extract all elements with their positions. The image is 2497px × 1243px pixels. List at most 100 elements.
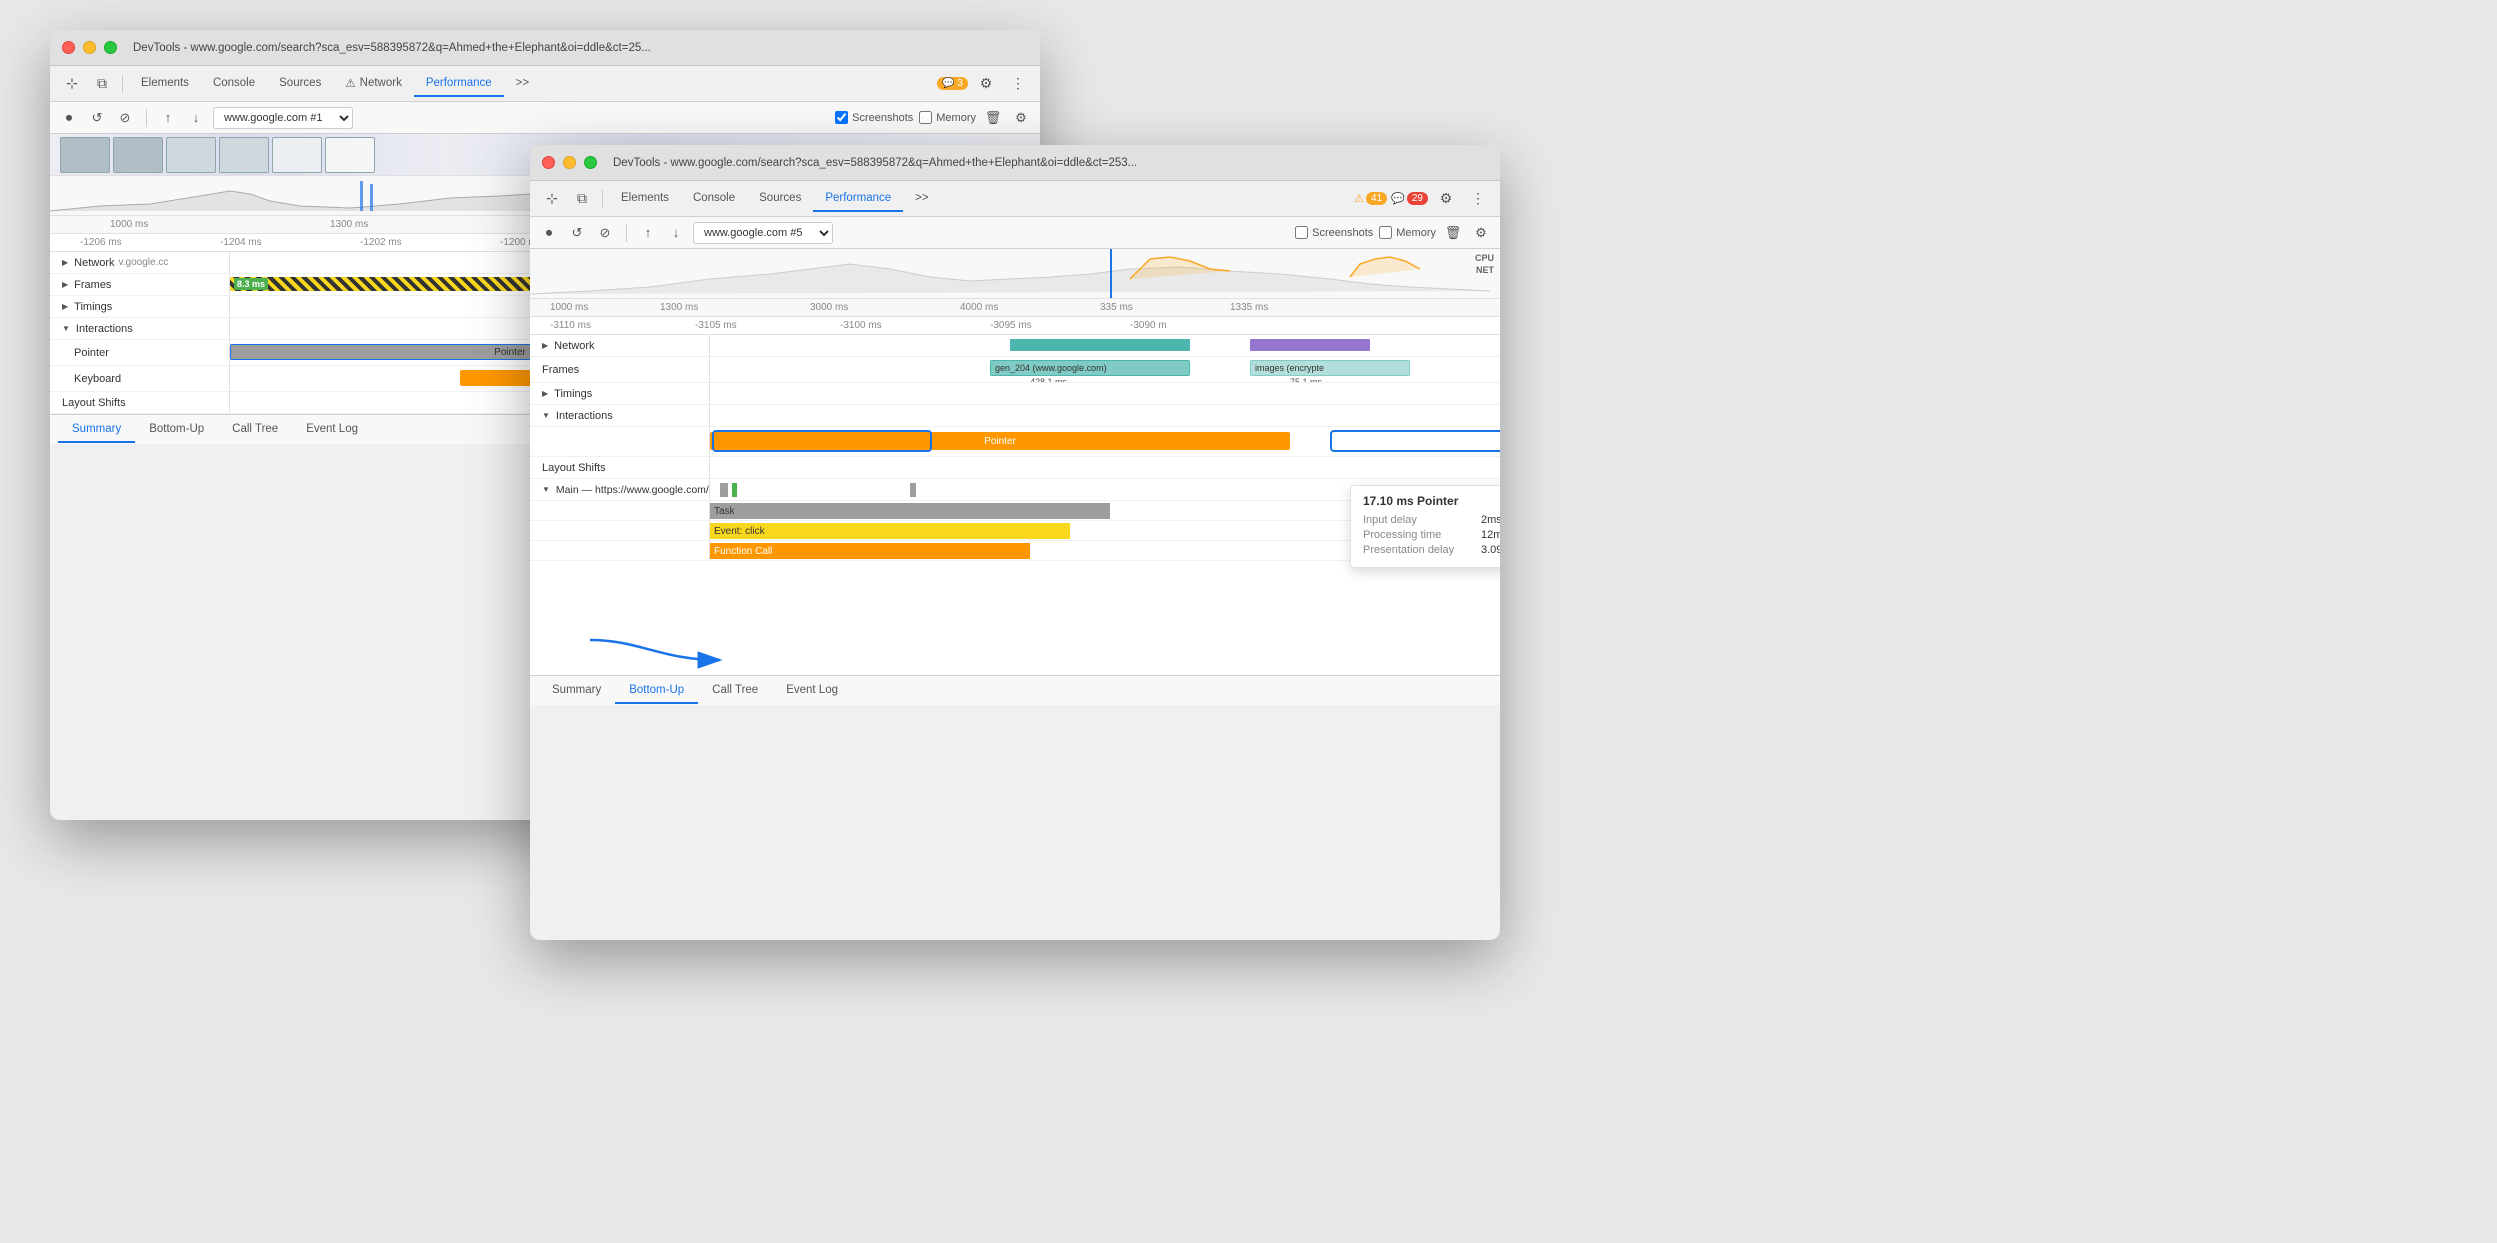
minimize-button-1[interactable] (83, 41, 96, 54)
tick2-neg3100: -3100 ms (840, 320, 882, 331)
tab-elements-2[interactable]: Elements (609, 186, 681, 212)
clear-button-2[interactable]: ⊘ (594, 222, 616, 244)
download-button-2[interactable]: ↓ (665, 222, 687, 244)
tab-performance-1[interactable]: Performance (414, 71, 504, 97)
frames-bar-area-2: gen_204 (www.google.com) 428.1 ms images… (710, 357, 1500, 382)
upload-button-1[interactable]: ↑ (157, 107, 179, 129)
network-bar-area-2 (710, 335, 1500, 356)
track-label-function-call-2 (530, 541, 710, 560)
settings-record-1[interactable]: ⚙ (1010, 107, 1032, 129)
screenshots-checkbox-1[interactable]: Screenshots (835, 111, 913, 124)
expand-frames-1[interactable]: ▶ (62, 280, 68, 289)
tooltip-value-1: 2ms (1481, 514, 1500, 526)
frames-badge-3: 75.1 ms (1290, 377, 1322, 382)
tab-calltree-1[interactable]: Call Tree (218, 417, 292, 443)
close-button-1[interactable] (62, 41, 75, 54)
separator-1 (122, 75, 123, 93)
net-label-2: NET (1476, 265, 1494, 275)
tab-performance-2[interactable]: Performance (813, 186, 903, 212)
url-select-1[interactable]: www.google.com #1 (213, 107, 353, 129)
tab-more-1[interactable]: >> (504, 71, 541, 97)
tick2-neg3105: -3105 ms (695, 320, 737, 331)
maximize-button-2[interactable] (584, 156, 597, 169)
tab-sources-2[interactable]: Sources (747, 186, 813, 212)
track-label-interactions-2: ▼ Interactions (530, 405, 710, 426)
tooltip-row-3: Presentation delay 3.098ms (1363, 544, 1500, 556)
record-button-2[interactable]: ⏺ (538, 222, 560, 244)
device-icon-2[interactable]: ⧉ (568, 186, 596, 212)
tab-more-2[interactable]: >> (903, 186, 940, 212)
inspector-icon-2[interactable]: ⊹ (538, 186, 566, 212)
reload-button-2[interactable]: ↺ (566, 222, 588, 244)
device-icon[interactable]: ⧉ (88, 71, 116, 97)
tick2-1300: 1300 ms (660, 302, 698, 313)
more-menu-icon-1[interactable]: ⋮ (1004, 71, 1032, 97)
record-button-1[interactable]: ⏺ (58, 107, 80, 129)
tab-network-1[interactable]: ⚠ Network (333, 70, 414, 98)
tab-summary-1[interactable]: Summary (58, 417, 135, 443)
frames-badge-1: 8.3 ms (234, 278, 268, 290)
expand-interactions-1[interactable]: ▼ (62, 324, 70, 333)
bottom-tabs-2: Summary Bottom-Up Call Tree Event Log (530, 675, 1500, 705)
tick2-neg3110: -3110 ms (550, 320, 591, 331)
more-menu-icon-2[interactable]: ⋮ (1464, 186, 1492, 212)
interactions-bar-area-2 (710, 405, 1500, 426)
expand-network-1[interactable]: ▶ (62, 258, 68, 267)
expand-network-2[interactable]: ▶ (542, 341, 548, 350)
sep-record-1 (146, 109, 147, 127)
tab-summary-2[interactable]: Summary (538, 678, 615, 704)
tab-console-2[interactable]: Console (681, 186, 747, 212)
tooltip-value-2: 12ms (1481, 529, 1500, 541)
reload-button-1[interactable]: ↺ (86, 107, 108, 129)
blue-box-pointer-right[interactable] (1330, 430, 1500, 452)
delete-button-1[interactable]: 🗑 (982, 107, 1004, 129)
tab-eventlog-1[interactable]: Event Log (292, 417, 372, 443)
frames-badge-2: 428.1 ms (1030, 377, 1067, 382)
settings-record-2[interactable]: ⚙ (1470, 222, 1492, 244)
track-label-timings-2: ▶ Timings (530, 383, 710, 404)
warning-badge-2: 41 (1366, 192, 1387, 205)
download-button-1[interactable]: ↓ (185, 107, 207, 129)
task-label-2: Task (714, 506, 735, 517)
layout-shifts-bar-area-2 (710, 457, 1500, 478)
error-badge-2: 29 (1407, 192, 1428, 205)
delete-button-2[interactable]: 🗑 (1442, 222, 1464, 244)
close-button-2[interactable] (542, 156, 555, 169)
main-label-2: Main — https://www.google.com/ (556, 484, 709, 496)
memory-checkbox-2[interactable]: Memory (1379, 226, 1436, 239)
expand-timings-1[interactable]: ▶ (62, 302, 68, 311)
blue-box-pointer-left[interactable] (712, 430, 932, 452)
tab-eventlog-2[interactable]: Event Log (772, 678, 852, 704)
tab-bottomup-1[interactable]: Bottom-Up (135, 417, 218, 443)
tab-calltree-2[interactable]: Call Tree (698, 678, 772, 704)
track-frames-2: Frames gen_204 (www.google.com) 428.1 ms… (530, 357, 1500, 383)
tick-neg1202: -1202 ms (360, 237, 402, 248)
track-interactions-2: ▼ Interactions (530, 405, 1500, 427)
expand-interactions-2[interactable]: ▼ (542, 411, 550, 420)
screenshot-thumb-2 (113, 137, 163, 173)
track-pointer-2: Pointer (530, 427, 1500, 457)
memory-checkbox-1[interactable]: Memory (919, 111, 976, 124)
tab-console-1[interactable]: Console (201, 71, 267, 97)
tooltip-label-2: Processing time (1363, 529, 1473, 541)
expand-timings-2[interactable]: ▶ (542, 389, 548, 398)
upload-button-2[interactable]: ↑ (637, 222, 659, 244)
expand-main-2[interactable]: ▼ (542, 485, 550, 494)
frames-entry-2: images (encrypte (1250, 360, 1410, 376)
settings-icon-1[interactable]: ⚙ (972, 71, 1000, 97)
settings-icon-2[interactable]: ⚙ (1432, 186, 1460, 212)
screenshot-thumb-6 (325, 137, 375, 173)
tab-sources-1[interactable]: Sources (267, 71, 333, 97)
tick2-335: 335 ms (1100, 302, 1133, 313)
screenshots-checkbox-2[interactable]: Screenshots (1295, 226, 1373, 239)
track-label-keyboard-1: Keyboard (50, 366, 230, 391)
network-url-1: v.google.cc (119, 257, 169, 268)
url-select-2[interactable]: www.google.com #5 (693, 222, 833, 244)
minimize-button-2[interactable] (563, 156, 576, 169)
tab-elements-1[interactable]: Elements (129, 71, 201, 97)
tab-bottomup-2[interactable]: Bottom-Up (615, 678, 698, 704)
inspector-icon[interactable]: ⊹ (58, 71, 86, 97)
track-label-layout-shifts-1: Layout Shifts (50, 392, 230, 413)
maximize-button-1[interactable] (104, 41, 117, 54)
clear-button-1[interactable]: ⊘ (114, 107, 136, 129)
